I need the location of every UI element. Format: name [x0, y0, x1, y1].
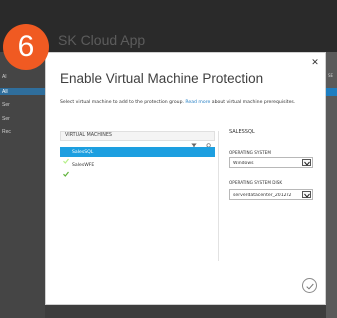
- check-icon: [63, 162, 69, 177]
- vm-list-item[interactable]: SalesSQL: [60, 147, 215, 164]
- portal-right-header: SE: [328, 73, 334, 78]
- portal-app-title: SK Cloud App: [58, 32, 146, 48]
- os-select-value: Windows: [233, 160, 254, 166]
- read-more-link[interactable]: Read more: [185, 100, 210, 105]
- step-badge: 6: [3, 24, 49, 70]
- vm-item-label: SalesSQL: [72, 149, 94, 155]
- portal-sidebar-item[interactable]: Ser: [2, 116, 42, 122]
- os-disk-select[interactable]: serverdatacenter_2012r2: [229, 189, 313, 200]
- portal-header: [0, 0, 337, 52]
- submit-button[interactable]: [302, 278, 317, 293]
- selected-vm-title: SALESSQL: [229, 129, 255, 135]
- portal-sidebar-item[interactable]: Ser: [2, 102, 42, 108]
- dialog-subtitle: Select virtual machine to add to the pro…: [60, 100, 295, 105]
- os-label: OPERATING SYSTEM: [229, 150, 271, 155]
- chevron-down-icon[interactable]: [302, 159, 311, 166]
- close-icon[interactable]: ✕: [310, 58, 320, 68]
- chevron-down-icon[interactable]: [302, 191, 311, 198]
- filter-icon[interactable]: [191, 134, 197, 148]
- search-icon[interactable]: [205, 134, 211, 149]
- enable-protection-dialog: ✕ Enable Virtual Machine Protection Sele…: [45, 52, 326, 305]
- os-disk-label: OPERATING SYSTEM DISK: [229, 180, 283, 185]
- vm-list-item[interactable]: SalesWFE: [60, 160, 215, 177]
- portal-sidebar-item[interactable]: Al: [2, 74, 42, 80]
- vm-item-label: SalesWFE: [72, 162, 95, 168]
- checkmark-icon: [306, 283, 314, 290]
- subtitle-text: Select virtual machine to add to the pro…: [60, 100, 186, 105]
- os-select[interactable]: Windows: [229, 157, 313, 168]
- portal-sidebar-item[interactable]: Rec: [2, 129, 42, 135]
- dialog-title: Enable Virtual Machine Protection: [60, 71, 264, 86]
- os-disk-select-value: serverdatacenter_2012r2: [233, 192, 292, 198]
- vm-list-header-label: VIRTUAL MACHINES: [65, 133, 112, 138]
- portal-right-selected: [326, 88, 337, 96]
- panel-divider: [218, 131, 219, 261]
- subtitle-text-suffix: about virtual machine prerequisites.: [210, 100, 296, 105]
- portal-sidebar-item[interactable]: All: [2, 89, 42, 95]
- check-icon: [63, 149, 69, 164]
- vm-list-header: VIRTUAL MACHINES: [60, 131, 215, 149]
